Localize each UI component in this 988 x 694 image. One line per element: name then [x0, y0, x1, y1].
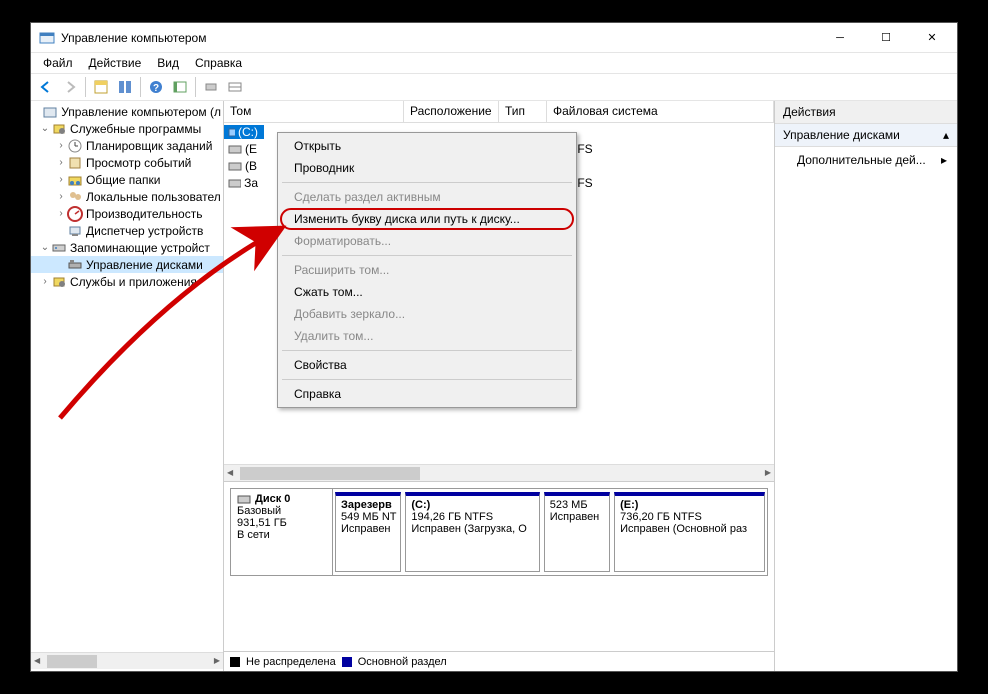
tree-task-scheduler[interactable]: ›Планировщик заданий — [31, 137, 223, 154]
cm-properties[interactable]: Свойства — [280, 354, 574, 376]
tree-event-viewer[interactable]: ›Просмотр событий — [31, 154, 223, 171]
cm-format[interactable]: Форматировать... — [280, 230, 574, 252]
partition[interactable]: (C:)194,26 ГБ NTFSИсправен (Загрузка, О — [405, 492, 539, 572]
cm-help[interactable]: Справка — [280, 383, 574, 405]
col-filesystem[interactable]: Файловая система — [547, 101, 774, 122]
window-title: Управление компьютером — [61, 31, 817, 45]
help-icon[interactable]: ? — [145, 76, 167, 98]
tree-pane: Управление компьютером (л ⌄Служебные про… — [31, 101, 224, 671]
cm-shrink[interactable]: Сжать том... — [280, 281, 574, 303]
actions-disk-management[interactable]: Управление дисками▴ — [775, 124, 957, 147]
cm-make-active[interactable]: Сделать раздел активным — [280, 186, 574, 208]
minimize-button[interactable]: ─ — [817, 24, 863, 52]
legend-primary-icon — [342, 657, 352, 667]
collapse-icon: ▴ — [943, 128, 949, 142]
tree-device-manager[interactable]: Диспетчер устройств — [31, 222, 223, 239]
menu-view[interactable]: Вид — [149, 54, 187, 72]
arrow-right-icon: ▸ — [941, 153, 947, 167]
svg-text:?: ? — [153, 83, 159, 94]
view-icon[interactable] — [114, 76, 136, 98]
volume-list-header: Том Расположение Тип Файловая система — [224, 101, 774, 123]
cm-mirror[interactable]: Добавить зеркало... — [280, 303, 574, 325]
tree-storage[interactable]: ⌄Запоминающие устройст — [31, 239, 223, 256]
actions-pane: Действия Управление дисками▴ Дополнитель… — [775, 101, 957, 671]
tree-shared-folders[interactable]: ›Общие папки — [31, 171, 223, 188]
partition[interactable]: (E:)736,20 ГБ NTFSИсправен (Основной раз — [614, 492, 765, 572]
menubar: Файл Действие Вид Справка — [31, 53, 957, 73]
context-menu: Открыть Проводник Сделать раздел активны… — [277, 132, 577, 408]
actions-header: Действия — [775, 101, 957, 124]
col-layout[interactable]: Расположение — [404, 101, 499, 122]
menu-action[interactable]: Действие — [81, 54, 150, 72]
maximize-button[interactable]: ☐ — [863, 24, 909, 52]
cm-explorer[interactable]: Проводник — [280, 157, 574, 179]
actions-more[interactable]: Дополнительные дей...▸ — [775, 147, 957, 173]
volume-scrollbar[interactable] — [224, 464, 774, 481]
titlebar: Управление компьютером ─ ☐ ✕ — [31, 23, 957, 53]
disk-row: Диск 0 Базовый 931,51 ГБ В сети Зарезерв… — [230, 488, 768, 576]
col-volume[interactable]: Том — [224, 101, 404, 122]
partition[interactable]: 523 МБИсправен — [544, 492, 610, 572]
close-button[interactable]: ✕ — [909, 24, 955, 52]
properties-icon[interactable] — [90, 76, 112, 98]
tool-icon-2[interactable] — [224, 76, 246, 98]
partition[interactable]: Зарезерв549 МБ NTИсправен — [335, 492, 401, 572]
forward-button[interactable] — [59, 76, 81, 98]
tree-performance[interactable]: ›Производительность — [31, 205, 223, 222]
tree-disk-management[interactable]: Управление дисками — [31, 256, 223, 273]
cm-extend[interactable]: Расширить том... — [280, 259, 574, 281]
cm-delete[interactable]: Удалить том... — [280, 325, 574, 347]
back-button[interactable] — [35, 76, 57, 98]
menu-help[interactable]: Справка — [187, 54, 250, 72]
col-type[interactable]: Тип — [499, 101, 547, 122]
toolbar: ? — [31, 73, 957, 101]
disk-graphical-view: Диск 0 Базовый 931,51 ГБ В сети Зарезерв… — [224, 481, 774, 671]
legend-unallocated-icon — [230, 657, 240, 667]
tree-scrollbar[interactable] — [31, 652, 223, 669]
tool-icon-1[interactable] — [200, 76, 222, 98]
tree-services[interactable]: ›Службы и приложения — [31, 273, 223, 290]
legend: Не распределена Основной раздел — [224, 651, 774, 671]
disk-label[interactable]: Диск 0 Базовый 931,51 ГБ В сети — [231, 489, 333, 575]
cm-change-letter[interactable]: Изменить букву диска или путь к диску... — [280, 208, 574, 230]
tree-local-users[interactable]: ›Локальные пользовател — [31, 188, 223, 205]
tree-root[interactable]: Управление компьютером (л — [31, 103, 223, 120]
refresh-icon[interactable] — [169, 76, 191, 98]
menu-file[interactable]: Файл — [35, 54, 81, 72]
app-icon — [39, 30, 55, 46]
cm-open[interactable]: Открыть — [280, 135, 574, 157]
tree-system-tools[interactable]: ⌄Служебные программы — [31, 120, 223, 137]
